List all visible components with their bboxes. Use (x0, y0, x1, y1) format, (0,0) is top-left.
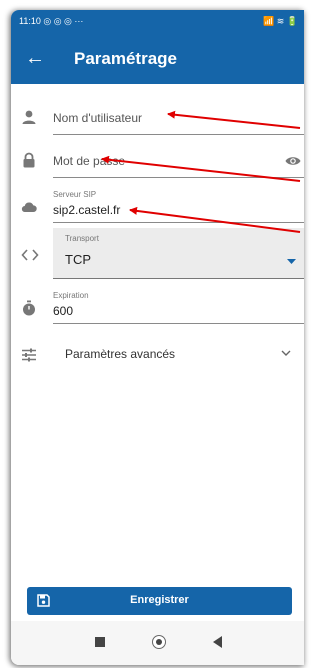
back-arrow-icon[interactable]: ← (25, 46, 45, 70)
transport-value: TCP (65, 252, 91, 267)
tune-icon (22, 348, 36, 362)
expiration-underline (53, 323, 304, 324)
transport-select[interactable]: Transport TCP (53, 228, 304, 279)
status-time: 11:10 ◎ ◎ ◎ ··· (19, 16, 84, 26)
expiration-label: Expiration (53, 291, 89, 300)
home-icon[interactable] (152, 635, 166, 649)
save-button[interactable]: Enregistrer (27, 587, 292, 615)
timer-icon (23, 300, 35, 316)
dropdown-arrow-icon (287, 259, 296, 264)
page-title: Paramétrage (74, 49, 178, 68)
phone-screen: 11:10 ◎ ◎ ◎ ··· 📶 ≋ 🔋 ← Paramétrage Nom … (11, 10, 304, 665)
advanced-parameters-label: Paramètres avancés (65, 347, 176, 361)
sip-server-underline (53, 222, 304, 223)
username-placeholder: Nom d'utilisateur (53, 111, 142, 125)
password-underline (53, 177, 304, 178)
transport-label: Transport (65, 234, 99, 243)
navigation-bar (11, 621, 304, 665)
save-button-label: Enregistrer (130, 594, 189, 606)
expiration-value: 600 (53, 304, 74, 318)
sip-server-value: sip2.castel.fr (53, 203, 121, 217)
username-underline (53, 134, 304, 135)
person-icon (22, 110, 36, 124)
chevron-down-icon (281, 350, 291, 356)
eye-icon[interactable] (285, 155, 301, 167)
status-bar: 11:10 ◎ ◎ ◎ ··· 📶 ≋ 🔋 (11, 10, 304, 34)
sip-server-label: Serveur SIP (53, 190, 97, 199)
app-bar: ← Paramétrage (11, 34, 304, 84)
recent-apps-icon[interactable] (95, 637, 105, 647)
code-brackets-icon (21, 249, 39, 261)
lock-icon (23, 152, 35, 168)
status-icons: 📶 ≋ 🔋 (263, 16, 298, 26)
cloud-icon (21, 202, 37, 213)
back-icon[interactable] (213, 636, 223, 648)
password-placeholder: Mot de passe (53, 154, 126, 168)
